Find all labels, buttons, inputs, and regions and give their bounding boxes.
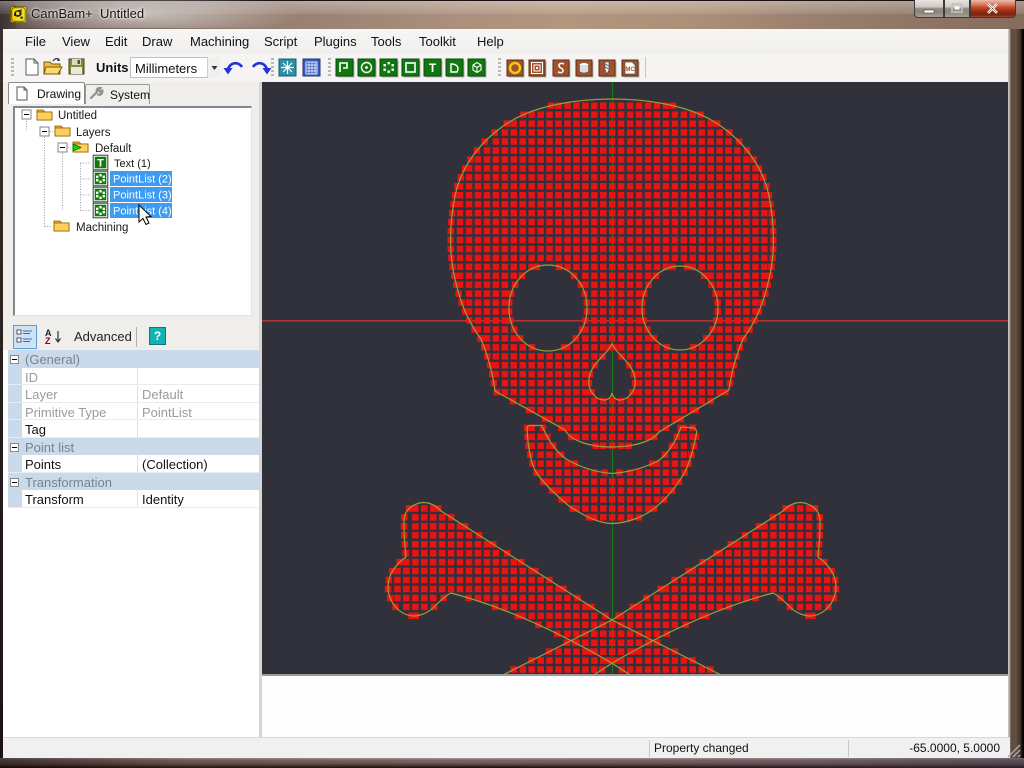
svg-text:Z: Z <box>45 336 51 346</box>
svg-text:Layers: Layers <box>76 127 111 139</box>
svg-text:Machining: Machining <box>76 222 128 234</box>
svg-text:Text (1): Text (1) <box>114 158 151 170</box>
svg-text:PointList (2): PointList (2) <box>113 174 172 186</box>
svg-text:T: T <box>429 61 437 75</box>
svg-text:MC: MC <box>625 67 635 73</box>
svg-text:T: T <box>97 158 104 170</box>
svg-text:Untitled: Untitled <box>58 110 97 122</box>
svg-text:Default: Default <box>95 143 132 155</box>
svg-text:PointList (3): PointList (3) <box>113 190 172 202</box>
